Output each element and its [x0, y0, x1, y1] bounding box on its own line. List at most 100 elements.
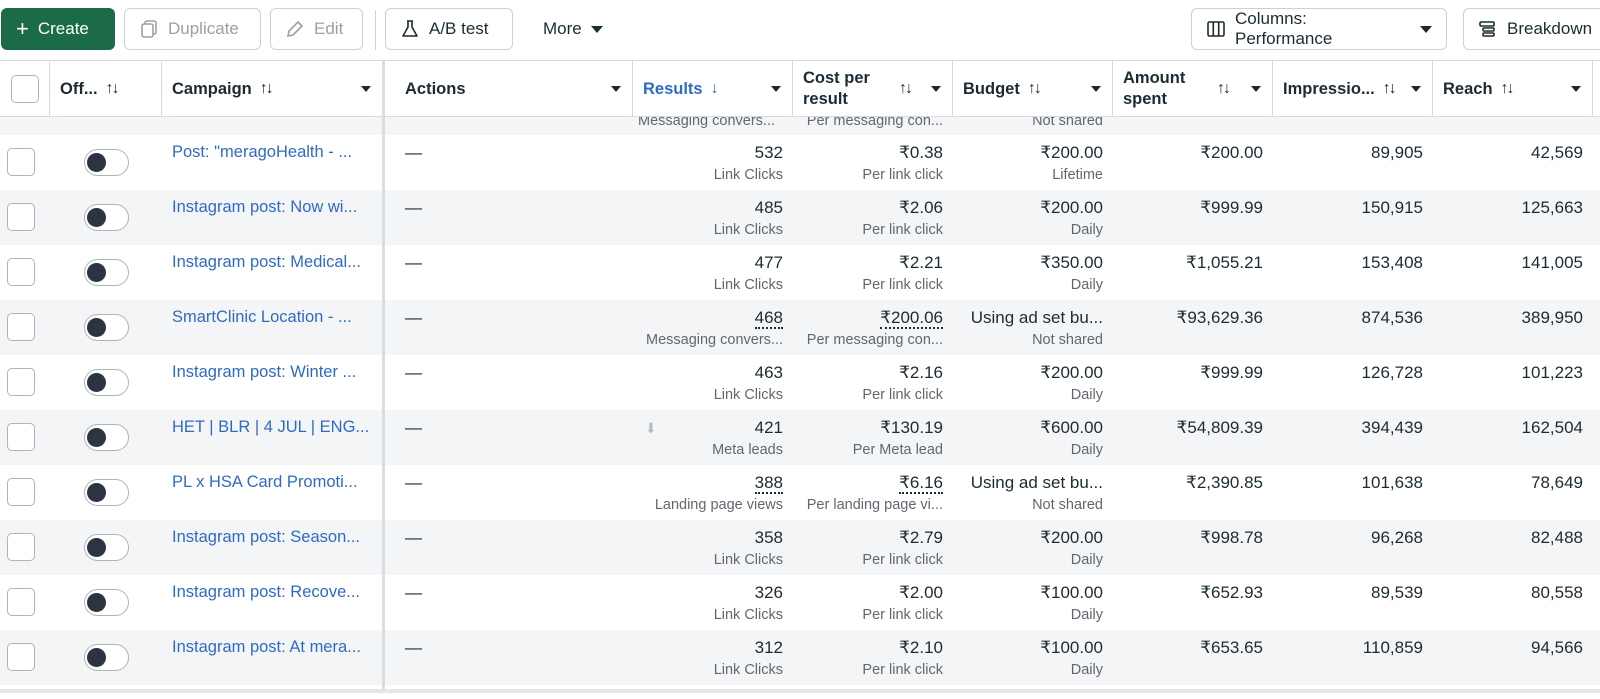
table-row[interactable]: Instagram post: Winter ... — 463 Link Click… — [0, 355, 1600, 410]
breakdown-button[interactable]: Breakdown — [1463, 8, 1600, 50]
results-value: 421 — [754, 418, 783, 437]
sort-icon[interactable]: ↑↓ — [1028, 80, 1042, 98]
table-row[interactable]: HET | BLR | 4 JUL | ENG... — ⬇ 421 Meta lead… — [0, 410, 1600, 465]
select-all-checkbox[interactable] — [10, 75, 39, 103]
row-checkbox[interactable] — [7, 203, 35, 231]
column-menu-icon[interactable] — [361, 86, 371, 92]
column-menu-icon[interactable] — [771, 86, 781, 92]
sort-icon[interactable]: ↑↓ — [260, 80, 274, 98]
row-checkbox[interactable] — [7, 313, 35, 341]
header-off[interactable]: Off... ↑↓ — [50, 61, 162, 117]
row-checkbox[interactable] — [7, 533, 35, 561]
table-row[interactable]: SmartClinic Location - ... — 468 Messaging … — [0, 300, 1600, 355]
campaign-toggle[interactable] — [84, 424, 129, 451]
campaign-toggle[interactable] — [84, 589, 129, 616]
campaign-name-link[interactable]: Instagram post: Now wi... — [172, 198, 372, 217]
cost-per-result-value: ₹2.79 — [899, 528, 943, 547]
campaign-toggle[interactable] — [84, 259, 129, 286]
campaign-name-link[interactable]: Post: "meragoHealth - ... — [172, 143, 372, 162]
row-checkbox[interactable] — [7, 478, 35, 506]
table-row[interactable]: Instagram post: Recove... — 326 Link Clicks… — [0, 575, 1600, 630]
results-type: Messaging convers... — [645, 332, 783, 348]
actions-value: — — [405, 253, 422, 272]
sort-icon[interactable]: ↑↓ — [899, 80, 913, 98]
actions-value: — — [405, 198, 422, 217]
column-menu-icon[interactable] — [1571, 86, 1581, 92]
column-menu-icon[interactable] — [931, 86, 941, 92]
row-checkbox[interactable] — [7, 423, 35, 451]
campaign-toggle[interactable] — [84, 534, 129, 561]
results-value: 388 — [754, 473, 783, 494]
budget-type: Daily — [1070, 552, 1103, 568]
columns-icon — [1206, 19, 1226, 39]
table-row[interactable]: PL x HSA Card Promoti... — 388 Landing page… — [0, 465, 1600, 520]
impressions-value: 150,915 — [1361, 198, 1423, 217]
reach-value: 162,504 — [1521, 418, 1583, 437]
campaign-toggle[interactable] — [84, 479, 129, 506]
row-checkbox[interactable] — [7, 258, 35, 286]
header-cost-per-result[interactable]: Cost per result ↑↓ — [793, 61, 953, 117]
more-button[interactable]: More — [528, 8, 616, 50]
column-menu-icon[interactable] — [1411, 86, 1421, 92]
header-actions[interactable]: Actions — [395, 61, 633, 117]
caret-down-icon — [1420, 25, 1432, 33]
cost-per-result-value: ₹2.16 — [899, 363, 943, 382]
campaign-name-link[interactable]: SmartClinic Location - ... — [172, 308, 372, 327]
sort-icon[interactable]: ↑↓ — [1383, 80, 1397, 98]
header-reach[interactable]: Reach ↑↓ — [1433, 61, 1593, 117]
campaign-toggle[interactable] — [84, 644, 129, 671]
campaign-toggle[interactable] — [84, 369, 129, 396]
table-row[interactable]: Instagram post: Medical... — 477 Link Click… — [0, 245, 1600, 300]
row-checkbox[interactable] — [7, 643, 35, 671]
flask-icon — [400, 19, 420, 39]
column-menu-icon[interactable] — [1251, 86, 1261, 92]
header-campaign[interactable]: Campaign ↑↓ — [162, 61, 383, 117]
row-checkbox[interactable] — [7, 368, 35, 396]
edit-button[interactable]: Edit — [270, 8, 363, 50]
table-row[interactable]: Post: "meragoHealth - ... — 532 Link Clicks… — [0, 135, 1600, 190]
campaign-name-link[interactable]: Instagram post: Recove... — [172, 583, 372, 602]
campaign-toggle[interactable] — [84, 149, 129, 176]
campaign-name-link[interactable]: Instagram post: At mera... — [172, 638, 372, 657]
campaign-name-link[interactable]: Instagram post: Winter ... — [172, 363, 372, 382]
table-row[interactable]: Instagram post: At mera... — 312 Link Click… — [0, 630, 1600, 685]
cost-per-result-type: Per link click — [862, 222, 943, 238]
cost-per-result-value: ₹6.16 — [899, 473, 943, 494]
sort-desc-icon[interactable]: ↓ — [711, 80, 719, 98]
header-budget[interactable]: Budget ↑↓ — [953, 61, 1113, 117]
header-amount-spent[interactable]: Amount spent ↑↓ — [1113, 61, 1273, 117]
results-type: Link Clicks — [713, 167, 783, 183]
column-menu-icon[interactable] — [1091, 86, 1101, 92]
row-checkbox[interactable] — [7, 588, 35, 616]
campaign-name-link[interactable]: HET | BLR | 4 JUL | ENG... — [172, 418, 372, 437]
ab-test-button[interactable]: A/B test — [385, 8, 513, 50]
budget-value: ₹100.00 — [1040, 638, 1103, 657]
reach-value: 141,005 — [1521, 253, 1583, 272]
budget-value: Using ad set bu... — [970, 473, 1103, 492]
campaign-name-link[interactable]: Instagram post: Medical... — [172, 253, 372, 272]
budget-value: ₹200.00 — [1040, 528, 1103, 547]
campaign-name-link[interactable]: Instagram post: Season... — [172, 528, 372, 547]
reach-value: 125,663 — [1521, 198, 1583, 217]
reach-value: 42,569 — [1531, 143, 1583, 162]
campaign-toggle[interactable] — [84, 314, 129, 341]
cost-per-result-value: ₹2.10 — [899, 638, 943, 657]
sort-icon[interactable]: ↑↓ — [1217, 80, 1231, 98]
actions-value: — — [405, 143, 422, 162]
create-button[interactable]: + Create — [1, 8, 115, 50]
header-results[interactable]: Results ↓ — [633, 61, 793, 117]
table-row[interactable]: Instagram post: Now wi... — 485 Link Clicks… — [0, 190, 1600, 245]
columns-dropdown[interactable]: Columns: Performance — [1191, 8, 1447, 50]
column-menu-icon[interactable] — [611, 86, 621, 92]
header-impressions[interactable]: Impressio... ↑↓ — [1273, 61, 1433, 117]
campaign-toggle[interactable] — [84, 204, 129, 231]
row-checkbox[interactable] — [7, 148, 35, 176]
impressions-value: 96,268 — [1371, 528, 1423, 547]
sort-icon[interactable]: ↑↓ — [1501, 80, 1515, 98]
amount-spent-value: ₹999.99 — [1200, 198, 1263, 217]
campaign-name-link[interactable]: PL x HSA Card Promoti... — [172, 473, 372, 492]
duplicate-button[interactable]: Duplicate — [124, 8, 261, 50]
amount-spent-value: ₹2,390.85 — [1186, 473, 1263, 492]
sort-icon[interactable]: ↑↓ — [106, 80, 120, 98]
table-row[interactable]: Instagram post: Season... — 358 Link Clicks… — [0, 520, 1600, 575]
